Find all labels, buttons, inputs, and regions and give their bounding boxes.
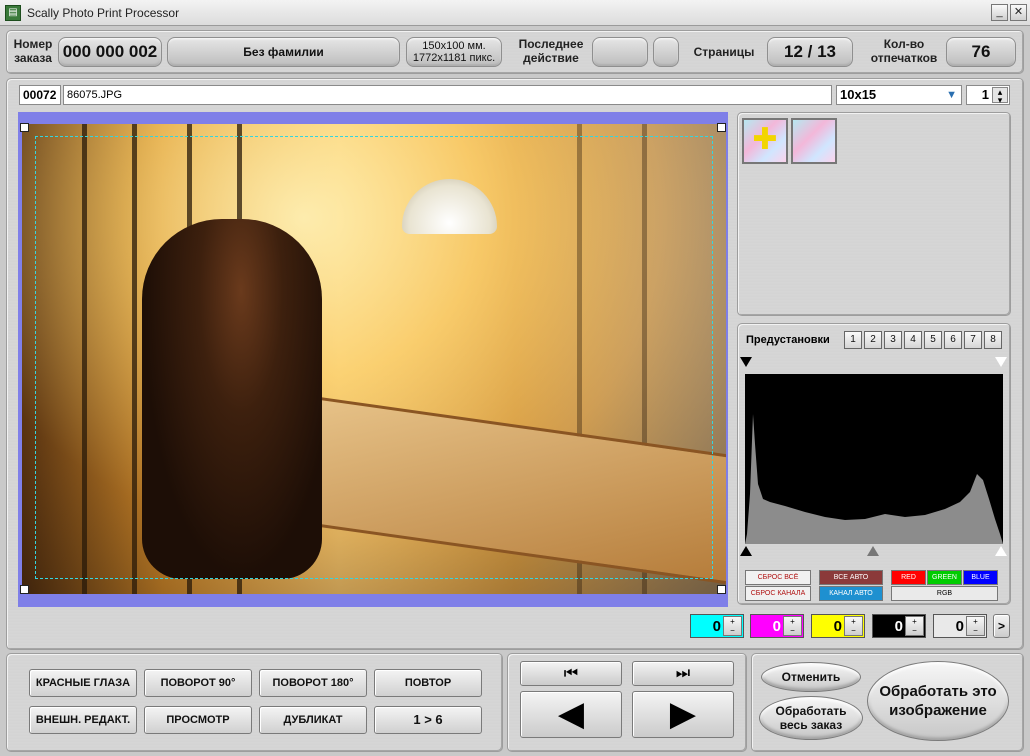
magenta-stepper-icon[interactable]: + −	[783, 616, 802, 636]
crop-guide	[35, 136, 713, 579]
reset-all-button[interactable]: СБРОС ВСЁ	[745, 570, 811, 585]
customer-name: Без фамилии	[167, 37, 400, 67]
arrow-left-icon: ◀	[557, 695, 585, 733]
magenta-value: 0	[772, 618, 781, 635]
count-value: 1	[981, 87, 989, 102]
channel-auto-button[interactable]: КАНАЛ АВТО	[819, 586, 883, 601]
skip-first-icon: ⏮	[563, 665, 579, 682]
copies-label: Кол-во отпечатков	[870, 37, 938, 65]
preset-button-6[interactable]: 6	[944, 331, 962, 349]
preview-button[interactable]: ПРОСМОТР	[144, 706, 252, 734]
process-this-button[interactable]: Обработать это изображение	[867, 661, 1009, 741]
blue-channel-button[interactable]: BLUE	[963, 570, 998, 585]
add-icon: ✚	[752, 123, 778, 156]
rotate-90-button[interactable]: ПОВОРОТ 90°	[144, 669, 252, 697]
stepper-arrows-icon[interactable]: ▴ ▾	[992, 87, 1008, 105]
previous-image-button[interactable]: ◀	[520, 691, 622, 738]
close-button[interactable]: ✕	[1010, 4, 1027, 21]
yellow-value: 0	[833, 618, 842, 635]
pages-value: 12 / 13	[767, 37, 853, 67]
density-value: 0	[955, 618, 964, 635]
repeat-button[interactable]: ПОВТОР	[374, 669, 482, 697]
format-info: 150x100 мм. 1772x1181 пикс.	[406, 37, 502, 67]
presets-label: Предустановки	[746, 334, 830, 346]
next-image-button[interactable]: ▶	[632, 691, 734, 738]
effect-thumbnail[interactable]	[791, 118, 837, 164]
cancel-button[interactable]: Отменить	[761, 662, 861, 692]
black-stepper-icon[interactable]: + −	[905, 616, 924, 636]
size-select-value: 10x15	[840, 87, 877, 102]
last-action-label: Последнее действие	[518, 37, 584, 65]
cyan-adjust[interactable]: 0 + −	[690, 614, 744, 638]
yellow-stepper-icon[interactable]: + −	[844, 616, 863, 636]
histogram	[745, 374, 1003, 544]
preset-button-3[interactable]: 3	[884, 331, 902, 349]
effect-thumbnail-add[interactable]: ✚	[742, 118, 788, 164]
pages-label: Страницы	[693, 45, 755, 59]
minimize-button[interactable]: _	[991, 4, 1008, 21]
external-edit-button[interactable]: ВНЕШН. РЕДАКТ.	[29, 706, 137, 734]
app-icon: ▤	[5, 5, 21, 21]
black-adjust[interactable]: 0 + −	[872, 614, 926, 638]
preset-button-8[interactable]: 8	[984, 331, 1002, 349]
density-adjust[interactable]: 0 + −	[933, 614, 987, 638]
magenta-adjust[interactable]: 0 + −	[750, 614, 804, 638]
format-size-px: 1772x1181 пикс.	[412, 52, 496, 64]
white-point-slider-icon[interactable]	[995, 546, 1007, 556]
format-size-mm: 150x100 мм.	[422, 40, 486, 52]
cyan-stepper-icon[interactable]: + −	[723, 616, 742, 636]
rgb-channel-button[interactable]: RGB	[891, 586, 998, 601]
black-value: 0	[894, 618, 903, 635]
last-action-value	[592, 37, 648, 67]
process-all-button[interactable]: Обработать весь заказ	[759, 696, 863, 740]
duplicate-button[interactable]: ДУБЛИКАТ	[259, 706, 367, 734]
preset-button-4[interactable]: 4	[904, 331, 922, 349]
all-auto-button[interactable]: ВСЕ АВТО	[819, 570, 883, 585]
density-stepper-icon[interactable]: + −	[966, 616, 985, 636]
order-number-value: 000 000 002	[58, 37, 162, 67]
size-select[interactable]: 10x15 ▼	[836, 85, 962, 105]
reset-channel-button[interactable]: СБРОС КАНАЛА	[745, 586, 811, 601]
window-title: Scally Photo Print Processor	[27, 6, 180, 20]
crop-handle-tr[interactable]	[717, 123, 726, 132]
last-image-button[interactable]: ⏭	[632, 661, 734, 686]
crop-handle-tl[interactable]	[20, 123, 29, 132]
copies-value: 76	[946, 37, 1016, 67]
arrow-right-icon: ▶	[669, 695, 697, 733]
next-adjust-button[interactable]: >	[993, 614, 1010, 638]
actions-panel	[6, 653, 503, 752]
black-point-slider-icon[interactable]	[740, 546, 752, 556]
yellow-adjust[interactable]: 0 + −	[811, 614, 865, 638]
white-point-top-icon[interactable]	[995, 357, 1007, 367]
dropdown-icon: ▼	[946, 89, 957, 101]
preset-button-5[interactable]: 5	[924, 331, 942, 349]
preset-button-2[interactable]: 2	[864, 331, 882, 349]
red-eye-button[interactable]: КРАСНЫЕ ГЛАЗА	[29, 669, 137, 697]
order-number-label: Номер заказа	[13, 37, 53, 65]
file-name-field[interactable]: 86075.JPG	[63, 85, 832, 105]
histogram-graph	[745, 414, 1003, 544]
green-channel-button[interactable]: GREEN	[927, 570, 962, 585]
first-image-button[interactable]: ⏮	[520, 661, 622, 686]
title-bar: ▤ Scally Photo Print Processor _ ✕	[0, 0, 1030, 26]
red-channel-button[interactable]: RED	[891, 570, 926, 585]
cyan-value: 0	[712, 618, 721, 635]
crop-handle-bl[interactable]	[20, 585, 29, 594]
preset-button-1[interactable]: 1	[844, 331, 862, 349]
one-to-six-button[interactable]: 1 > 6	[374, 706, 482, 734]
rotate-180-button[interactable]: ПОВОРОТ 180°	[259, 669, 367, 697]
midtone-slider-icon[interactable]	[867, 546, 879, 556]
count-stepper[interactable]: 1 ▴ ▾	[966, 85, 1010, 105]
skip-last-icon: ⏭	[675, 665, 691, 682]
last-action-extra	[653, 37, 679, 67]
black-point-top-icon[interactable]	[740, 357, 752, 367]
file-index: 00072	[19, 85, 61, 105]
crop-handle-br[interactable]	[717, 585, 726, 594]
preset-button-7[interactable]: 7	[964, 331, 982, 349]
